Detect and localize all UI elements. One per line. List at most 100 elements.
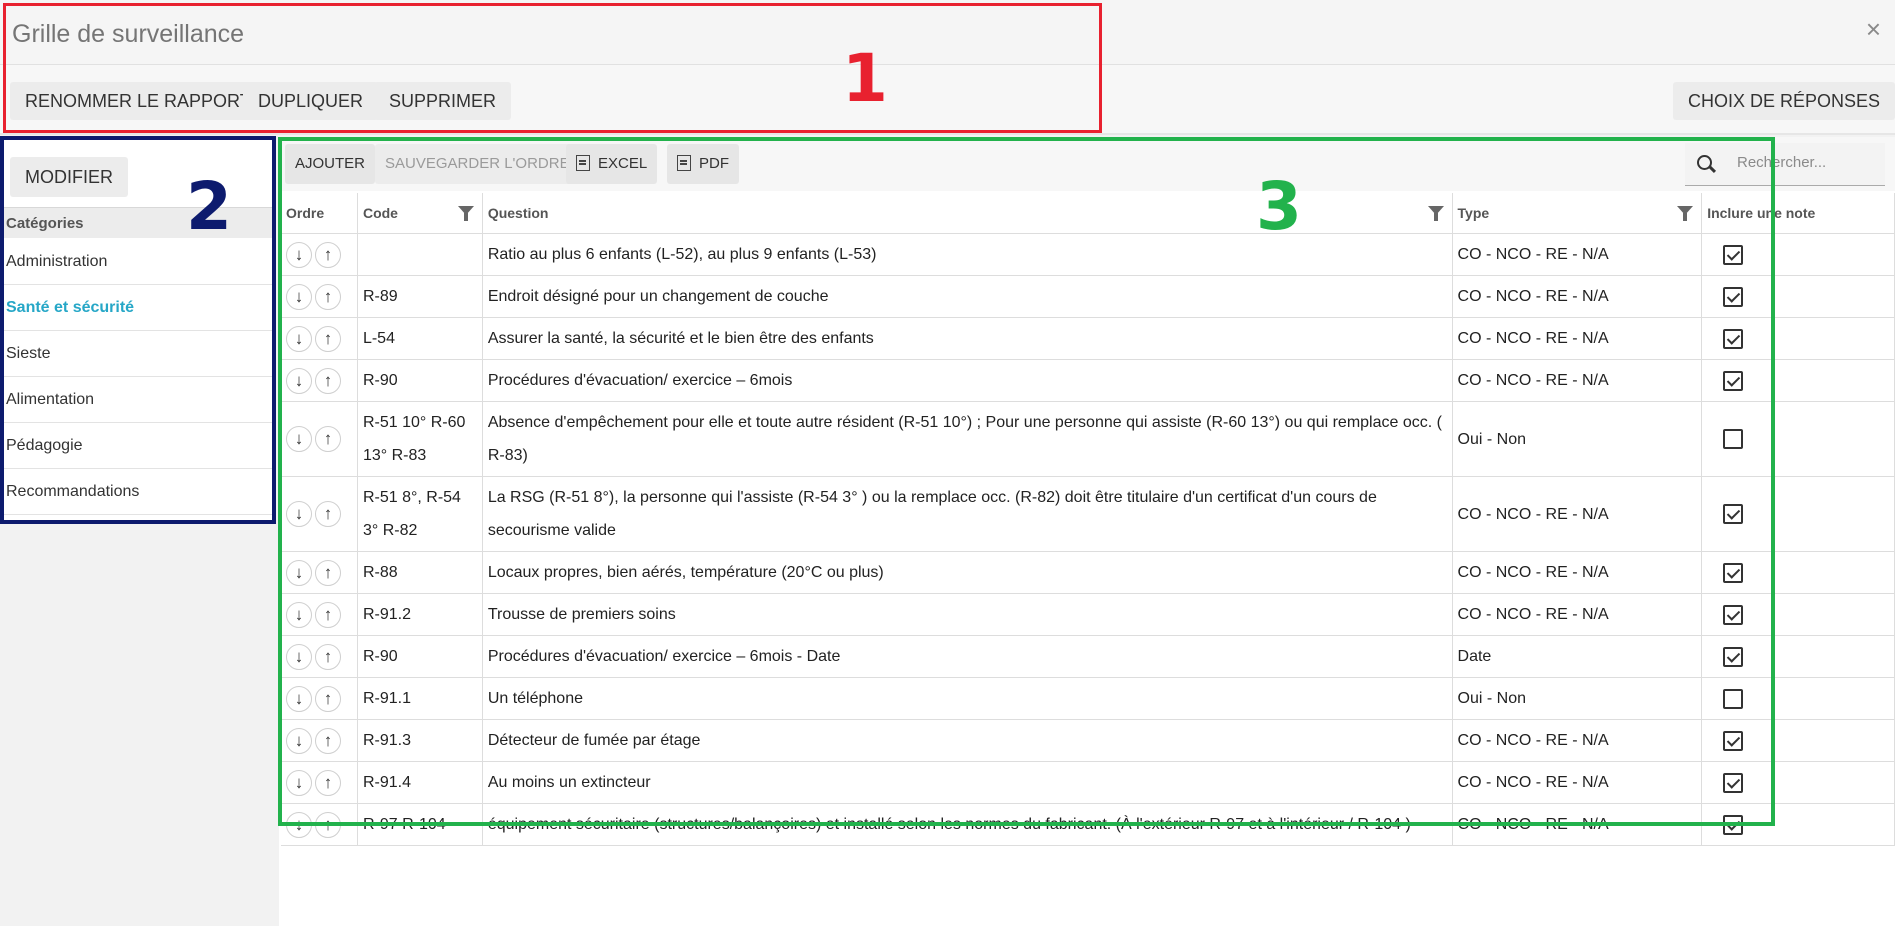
arrow-down-icon[interactable]: ↓ <box>286 367 312 394</box>
filter-icon[interactable] <box>1677 206 1694 221</box>
question-cell: Procédures d'évacuation/ exercice – 6moi… <box>482 635 1453 678</box>
search-input[interactable] <box>1735 153 1879 172</box>
save-order-button[interactable]: SAUVEGARDER L'ORDRE <box>375 144 580 184</box>
delete-button[interactable]: SUPPRIMER <box>374 82 512 120</box>
code-cell <box>357 233 483 276</box>
note-cell <box>1701 677 1895 720</box>
question-cell: Ratio au plus 6 enfants (L-52), au plus … <box>482 233 1453 276</box>
duplicate-button[interactable]: DUPLIQUER <box>243 82 379 120</box>
question-cell: équipement sécuritaire (structures/balan… <box>482 803 1453 846</box>
checkbox-icon[interactable] <box>1723 772 1744 793</box>
category-sidebar: MODIFIER Catégories Administration Santé … <box>0 137 273 522</box>
note-cell <box>1701 317 1895 360</box>
sidebar-item[interactable]: Administration <box>0 239 273 285</box>
search-box <box>1685 143 1885 186</box>
code-cell: R-88 <box>357 551 483 594</box>
arrow-down-icon[interactable]: ↓ <box>286 769 312 796</box>
arrow-down-icon[interactable]: ↓ <box>286 601 312 628</box>
type-cell: CO - NCO - RE - N/A <box>1452 233 1703 276</box>
annotation-number-1: 1 <box>842 40 888 117</box>
arrow-up-icon[interactable]: ↑ <box>315 769 341 796</box>
app-root: Grille de surveillance × RENOMMER LE RAP… <box>0 0 1895 926</box>
arrow-down-icon[interactable]: ↓ <box>286 727 312 754</box>
checkbox-icon[interactable] <box>1723 814 1744 835</box>
pdf-export-button[interactable]: PDF <box>667 144 739 184</box>
checkbox-icon[interactable] <box>1723 646 1744 667</box>
modify-button[interactable]: MODIFIER <box>10 157 128 197</box>
checkbox-icon[interactable] <box>1723 328 1744 349</box>
arrow-up-icon[interactable]: ↑ <box>315 601 341 628</box>
code-cell: R-97 R-104 <box>357 803 483 846</box>
checkbox-icon[interactable] <box>1723 370 1744 391</box>
sidebar-item[interactable]: Santé et sécurité <box>0 285 273 331</box>
annotation-number-2: 2 <box>186 168 232 245</box>
add-button[interactable]: AJOUTER <box>285 144 376 184</box>
arrow-up-icon[interactable]: ↑ <box>315 283 341 310</box>
arrow-up-icon[interactable]: ↑ <box>315 685 341 712</box>
arrow-down-icon[interactable]: ↓ <box>286 426 312 453</box>
code-cell: L-54 <box>357 317 483 360</box>
table-row: ↓ ↑ R-91.2 Trousse de premiers soins CO - NC… <box>281 593 1895 636</box>
checkbox-icon[interactable] <box>1723 688 1744 709</box>
arrow-up-icon[interactable]: ↑ <box>315 325 341 352</box>
code-cell: R-91.4 <box>357 761 483 804</box>
table-body: ↓ ↑ Ratio au plus 6 enfants (L-52), au plu… <box>281 233 1895 846</box>
checkbox-icon[interactable] <box>1723 429 1744 450</box>
arrow-down-icon[interactable]: ↓ <box>286 811 312 838</box>
checkbox-icon[interactable] <box>1723 244 1744 265</box>
order-cell: ↓ ↑ <box>281 593 358 636</box>
arrow-up-icon[interactable]: ↑ <box>315 811 341 838</box>
arrow-up-icon[interactable]: ↑ <box>315 501 341 528</box>
sidebar-item[interactable]: Pédagogie <box>0 423 273 469</box>
question-cell: La RSG (R-51 8°), la personne qui l'assi… <box>482 476 1453 552</box>
arrow-up-icon[interactable]: ↑ <box>315 643 341 670</box>
checkbox-icon[interactable] <box>1723 286 1744 307</box>
checkbox-icon[interactable] <box>1723 730 1744 751</box>
order-cell: ↓ ↑ <box>281 476 358 552</box>
arrow-up-icon[interactable]: ↑ <box>315 727 341 754</box>
arrow-down-icon[interactable]: ↓ <box>286 643 312 670</box>
filter-icon[interactable] <box>457 206 474 221</box>
table-row: ↓ ↑ R-91.3 Détecteur de fumée par étage CO -… <box>281 719 1895 762</box>
question-grid: AJOUTER SAUVEGARDER L'ORDRE EXCEL PDF Or… <box>279 137 1895 926</box>
type-cell: CO - NCO - RE - N/A <box>1452 317 1703 360</box>
type-cell: Oui - Non <box>1452 677 1703 720</box>
excel-export-button[interactable]: EXCEL <box>566 144 658 184</box>
arrow-down-icon[interactable]: ↓ <box>286 241 312 268</box>
arrow-down-icon[interactable]: ↓ <box>286 559 312 586</box>
arrow-down-icon[interactable]: ↓ <box>286 501 312 528</box>
search-icon <box>1697 155 1712 170</box>
sidebar-item[interactable]: Alimentation <box>0 377 273 423</box>
note-cell <box>1701 761 1895 804</box>
checkbox-icon[interactable] <box>1723 604 1744 625</box>
order-cell: ↓ ↑ <box>281 719 358 762</box>
order-cell: ↓ ↑ <box>281 803 358 846</box>
order-cell: ↓ ↑ <box>281 275 358 318</box>
report-action-bar: RENOMMER LE RAPPORT DUPLIQUER SUPPRIMER … <box>0 65 1895 135</box>
arrow-up-icon[interactable]: ↑ <box>315 426 341 453</box>
checkbox-icon[interactable] <box>1723 504 1744 525</box>
annotation-number-3: 3 <box>1256 168 1302 245</box>
close-icon[interactable]: × <box>1866 16 1881 42</box>
arrow-up-icon[interactable]: ↑ <box>315 559 341 586</box>
code-cell: R-89 <box>357 275 483 318</box>
col-order-label: Ordre <box>286 205 325 221</box>
arrow-down-icon[interactable]: ↓ <box>286 283 312 310</box>
answer-choices-button[interactable]: CHOIX DE RÉPONSES <box>1672 82 1895 120</box>
type-cell: CO - NCO - RE - N/A <box>1452 719 1703 762</box>
rename-report-button[interactable]: RENOMMER LE RAPPORT <box>10 82 266 120</box>
arrow-up-icon[interactable]: ↑ <box>315 241 341 268</box>
col-question-label: Question <box>487 205 549 221</box>
table-row: ↓ ↑ L-54 Assurer la santé, la sécurité et l… <box>281 317 1895 360</box>
sidebar-item[interactable]: Recommandations <box>0 469 273 515</box>
table-row: ↓ ↑ R-91.4 Au moins un extincteur CO - NCO -… <box>281 761 1895 804</box>
table-row: ↓ ↑ R-88 Locaux propres, bien aérés, tempér… <box>281 551 1895 594</box>
note-cell <box>1701 233 1895 276</box>
checkbox-icon[interactable] <box>1723 562 1744 583</box>
arrow-up-icon[interactable]: ↑ <box>315 367 341 394</box>
arrow-down-icon[interactable]: ↓ <box>286 325 312 352</box>
table-row: ↓ ↑ Ratio au plus 6 enfants (L-52), au plu… <box>281 233 1895 276</box>
sidebar-item[interactable]: Sieste <box>0 331 273 377</box>
filter-icon[interactable] <box>1427 206 1444 221</box>
arrow-down-icon[interactable]: ↓ <box>286 685 312 712</box>
